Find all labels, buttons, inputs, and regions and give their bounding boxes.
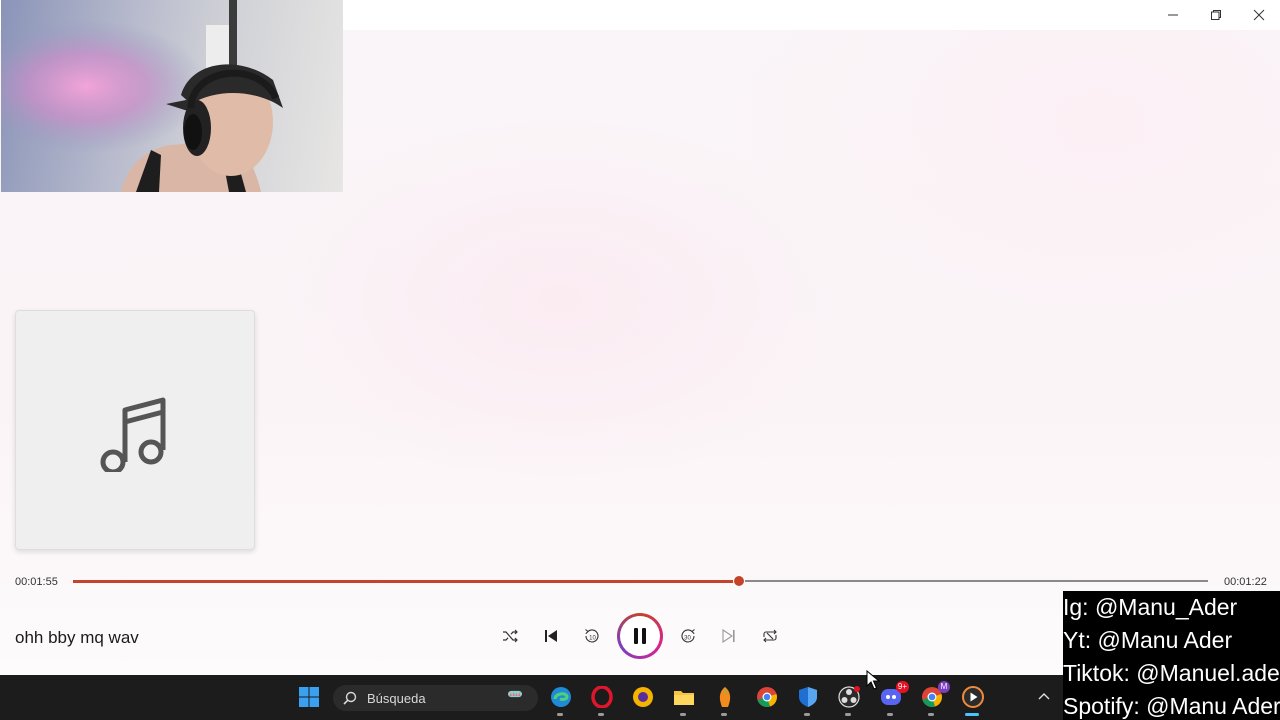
taskbar-search-box[interactable]: Búsqueda bbox=[333, 685, 538, 711]
obs-icon bbox=[838, 686, 860, 708]
tray-overflow-button[interactable] bbox=[1034, 687, 1054, 707]
previous-button[interactable] bbox=[537, 622, 565, 650]
fl-studio-icon bbox=[719, 687, 731, 707]
social-youtube: Yt: @Manu Ader bbox=[1063, 627, 1233, 653]
defender-icon bbox=[799, 687, 817, 707]
chevron-up-icon bbox=[1038, 693, 1050, 700]
shuffle-icon bbox=[503, 629, 518, 643]
search-icon bbox=[343, 691, 357, 705]
taskbar-file-explorer[interactable] bbox=[672, 685, 696, 709]
album-art bbox=[15, 310, 255, 550]
folder-icon bbox=[674, 691, 694, 705]
shield-key-icon bbox=[633, 687, 653, 707]
forward-button[interactable]: 30 bbox=[674, 622, 702, 650]
media-player-icon bbox=[962, 686, 984, 708]
defender-running-indicator bbox=[804, 713, 810, 716]
repeat-button[interactable] bbox=[756, 622, 784, 650]
seek-bar-progress bbox=[73, 579, 740, 583]
obs-running-indicator bbox=[845, 713, 851, 716]
edge-icon bbox=[551, 687, 571, 707]
restore-icon bbox=[1211, 10, 1221, 20]
next-button[interactable] bbox=[715, 622, 743, 650]
play-pause-inner bbox=[620, 616, 660, 656]
next-icon bbox=[722, 628, 735, 644]
previous-icon bbox=[545, 630, 557, 642]
taskbar-fl-studio[interactable] bbox=[713, 685, 737, 709]
taskbar-chrome-profile[interactable]: M bbox=[920, 681, 950, 709]
music-note-icon bbox=[100, 397, 166, 472]
rewind-10-icon: 10 bbox=[585, 629, 599, 643]
social-tiktok: Tiktok: @Manuel.ader bbox=[1063, 660, 1280, 686]
play-pause-button[interactable] bbox=[617, 613, 663, 659]
minimize-button[interactable] bbox=[1151, 0, 1195, 30]
windows-start-icon bbox=[299, 687, 319, 707]
chrome-icon bbox=[757, 687, 777, 707]
taskbar-chrome[interactable] bbox=[755, 685, 779, 709]
mouse-cursor-icon bbox=[866, 670, 880, 690]
close-icon bbox=[1253, 9, 1265, 21]
taskbar-opera[interactable] bbox=[590, 685, 614, 709]
taskbar-authenticator[interactable] bbox=[631, 685, 655, 709]
time-remaining: 00:01:22 bbox=[1224, 576, 1267, 588]
taskbar-media-player[interactable] bbox=[961, 685, 985, 709]
taskbar-discord[interactable]: 9+ bbox=[879, 681, 909, 709]
explorer-running-indicator bbox=[680, 713, 686, 716]
opera-icon bbox=[591, 686, 613, 708]
rewind-button[interactable]: 10 bbox=[578, 622, 606, 650]
start-button[interactable] bbox=[297, 685, 321, 709]
fl-running-indicator bbox=[721, 713, 727, 716]
taskbar-obs[interactable] bbox=[837, 685, 861, 709]
shuffle-button[interactable] bbox=[496, 622, 524, 650]
taskbar-edge[interactable] bbox=[549, 685, 573, 709]
pause-icon bbox=[634, 628, 646, 644]
search-placeholder: Búsqueda bbox=[367, 690, 426, 706]
taskbar-defender[interactable] bbox=[796, 685, 820, 709]
time-elapsed: 00:01:55 bbox=[15, 576, 58, 588]
seek-bar-thumb[interactable] bbox=[734, 576, 745, 586]
song-title[interactable]: ohh bby mq wav bbox=[15, 628, 139, 648]
edge-running-indicator bbox=[557, 713, 563, 716]
media-player-active-indicator bbox=[965, 713, 979, 716]
svg-text:10: 10 bbox=[589, 636, 596, 642]
search-highlight-image bbox=[508, 690, 522, 698]
social-instagram: Ig: @Manu_Ader bbox=[1063, 594, 1238, 620]
social-spotify: Spotify: @Manu Ader bbox=[1063, 693, 1280, 719]
seek-bar[interactable] bbox=[73, 576, 1208, 586]
repeat-icon bbox=[763, 629, 777, 643]
chrome-profile-badge: M bbox=[938, 681, 950, 693]
forward-30-icon: 30 bbox=[681, 629, 695, 643]
minimize-icon bbox=[1168, 14, 1178, 16]
opera-running-indicator bbox=[598, 713, 604, 716]
close-button[interactable] bbox=[1237, 0, 1280, 30]
chrome-running-indicator bbox=[928, 713, 934, 716]
webcam-overlay bbox=[1, 0, 343, 192]
restore-button[interactable] bbox=[1194, 0, 1238, 30]
svg-text:30: 30 bbox=[684, 636, 691, 642]
webcam-feed-image bbox=[1, 0, 343, 192]
discord-notification-badge: 9+ bbox=[895, 681, 909, 693]
social-links-overlay: Ig: @Manu_Ader Yt: @Manu Ader Tiktok: @M… bbox=[1063, 591, 1280, 720]
discord-running-indicator bbox=[887, 713, 893, 716]
